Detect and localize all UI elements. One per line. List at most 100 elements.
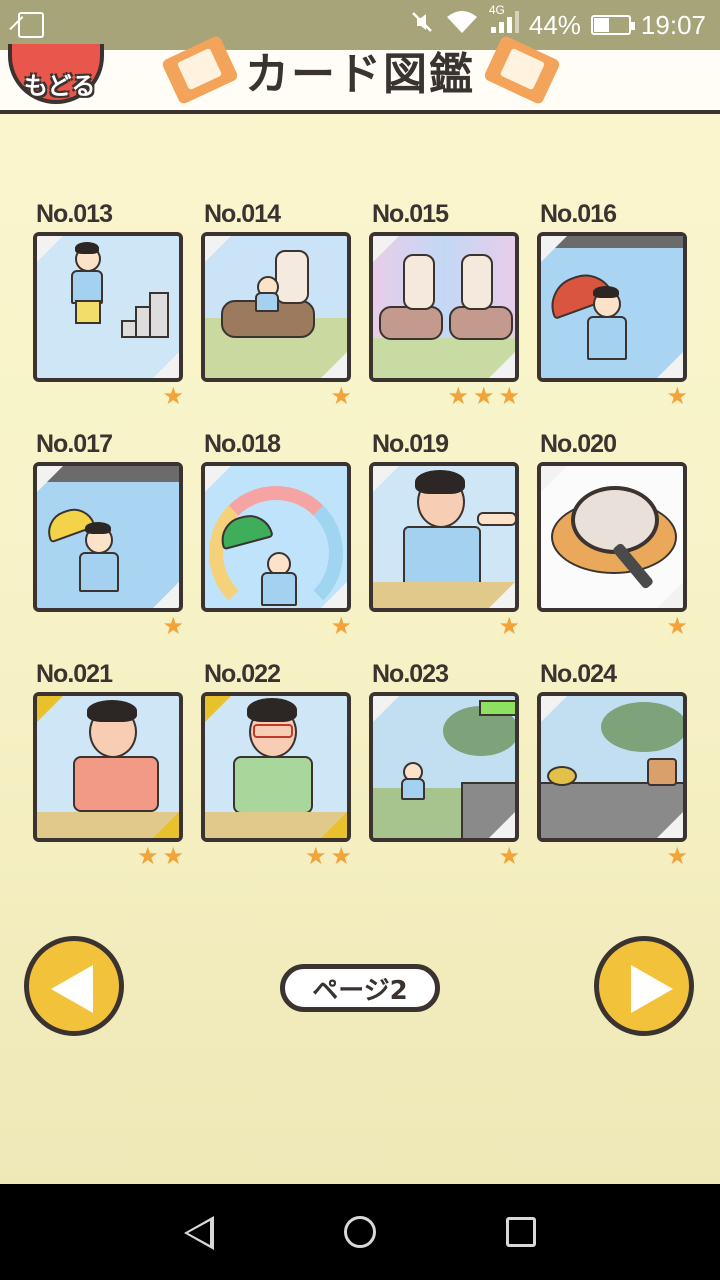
back-button[interactable]: もどる — [8, 44, 104, 104]
card-corner-icon — [489, 582, 515, 608]
triangle-right-icon — [631, 965, 673, 1013]
card-corner-icon — [205, 696, 231, 722]
card-number: No.013 — [36, 200, 113, 228]
card-illustration — [33, 692, 183, 842]
card-number: No.017 — [36, 430, 113, 458]
card-corner-icon — [373, 466, 399, 492]
card-corner-icon — [37, 466, 63, 492]
card-number: No.019 — [372, 430, 449, 458]
card-corner-icon — [205, 236, 231, 262]
previous-page-button[interactable] — [24, 936, 124, 1036]
rarity-stars: ★ — [666, 382, 688, 410]
card-no-023[interactable]: No.023 ★ — [366, 660, 522, 872]
back-button-label: もどる — [24, 72, 96, 100]
card-number: No.023 — [372, 660, 449, 688]
system-nav-bar — [0, 1184, 720, 1280]
star-icon: ★ — [666, 842, 688, 870]
mute-icon — [409, 9, 435, 42]
star-icon: ★ — [330, 612, 352, 640]
network-type: 4G — [488, 2, 505, 17]
nav-recents-icon[interactable] — [506, 1217, 536, 1247]
card-corner-icon — [489, 812, 515, 838]
card-corner-icon — [321, 352, 347, 378]
star-icon: ★ — [666, 612, 688, 640]
card-illustration — [369, 692, 519, 842]
star-icon: ★ — [447, 382, 469, 410]
card-no-024[interactable]: No.024 ★ — [534, 660, 690, 872]
card-no-014[interactable]: No.014 ★ — [198, 200, 354, 412]
card-illustration — [201, 232, 351, 382]
card-no-022[interactable]: No.022 ★ ★ — [198, 660, 354, 872]
star-icon: ★ — [498, 842, 520, 870]
card-no-017[interactable]: No.017 ★ — [30, 430, 186, 642]
star-icon: ★ — [330, 382, 352, 410]
clock: 19:07 — [640, 9, 706, 40]
rarity-stars: ★ ★ — [305, 842, 352, 870]
star-icon: ★ — [162, 382, 184, 410]
card-number: No.016 — [540, 200, 617, 228]
rarity-stars: ★ — [666, 842, 688, 870]
battery-icon — [590, 15, 635, 35]
card-illustration — [201, 692, 351, 842]
star-icon: ★ — [304, 842, 327, 870]
star-icon: ★ — [472, 382, 495, 410]
card-no-020[interactable]: No.020 ★ — [534, 430, 690, 642]
card-corner-icon — [541, 466, 567, 492]
card-no-019[interactable]: No.019 ★ — [366, 430, 522, 642]
card-corner-icon — [153, 582, 179, 608]
rarity-stars: ★ — [162, 612, 184, 640]
card-illustration — [33, 462, 183, 612]
star-icon: ★ — [136, 842, 159, 870]
rarity-stars: ★ — [498, 842, 520, 870]
card-illustration — [537, 232, 687, 382]
card-number: No.021 — [36, 660, 113, 688]
card-corner-icon — [489, 352, 515, 378]
star-icon: ★ — [330, 842, 352, 870]
rarity-stars: ★ — [330, 612, 352, 640]
card-corner-icon — [541, 696, 567, 722]
card-corner-icon — [153, 812, 179, 838]
battery-percent: 44% — [528, 9, 581, 40]
nav-back-icon[interactable] — [184, 1216, 214, 1250]
card-corner-icon — [373, 696, 399, 722]
rarity-stars: ★ ★ — [137, 842, 184, 870]
card-corner-icon — [321, 812, 347, 838]
page-label: ページ2 — [312, 975, 408, 1006]
card-number: No.022 — [204, 660, 281, 688]
card-no-013[interactable]: No.013 ★ — [30, 200, 186, 412]
card-no-018[interactable]: No.018 ★ — [198, 430, 354, 642]
card-corner-icon — [657, 582, 683, 608]
rarity-stars: ★ — [666, 612, 688, 640]
triangle-left-icon — [51, 965, 93, 1013]
card-corner-icon — [541, 236, 567, 262]
star-icon: ★ — [666, 382, 688, 410]
wifi-icon — [445, 9, 479, 42]
nav-home-icon[interactable] — [344, 1216, 376, 1248]
star-icon: ★ — [162, 842, 184, 870]
header: もどる カード図鑑 — [0, 34, 720, 114]
star-icon: ★ — [498, 382, 520, 410]
card-corner-icon — [37, 236, 63, 262]
gallery-notification-icon — [18, 12, 44, 38]
card-no-021[interactable]: No.021 ★ ★ — [30, 660, 186, 872]
card-illustration — [33, 232, 183, 382]
next-page-button[interactable] — [594, 936, 694, 1036]
card-number: No.020 — [540, 430, 617, 458]
card-illustration — [537, 462, 687, 612]
rarity-stars: ★ ★ ★ — [447, 382, 520, 410]
page-title: カード図鑑 — [245, 49, 475, 100]
page-indicator: ページ2 — [280, 964, 440, 1012]
rarity-stars: ★ — [498, 612, 520, 640]
card-corner-icon — [373, 236, 399, 262]
card-corner-icon — [153, 352, 179, 378]
card-number: No.018 — [204, 430, 281, 458]
card-no-015[interactable]: No.015 ★ ★ ★ — [366, 200, 522, 412]
card-number: No.024 — [540, 660, 617, 688]
card-illustration — [369, 462, 519, 612]
card-illustration — [369, 232, 519, 382]
card-illustration — [201, 462, 351, 612]
star-icon: ★ — [162, 612, 184, 640]
card-no-016[interactable]: No.016 ★ — [534, 200, 690, 412]
rarity-stars: ★ — [162, 382, 184, 410]
card-corner-icon — [37, 696, 63, 722]
